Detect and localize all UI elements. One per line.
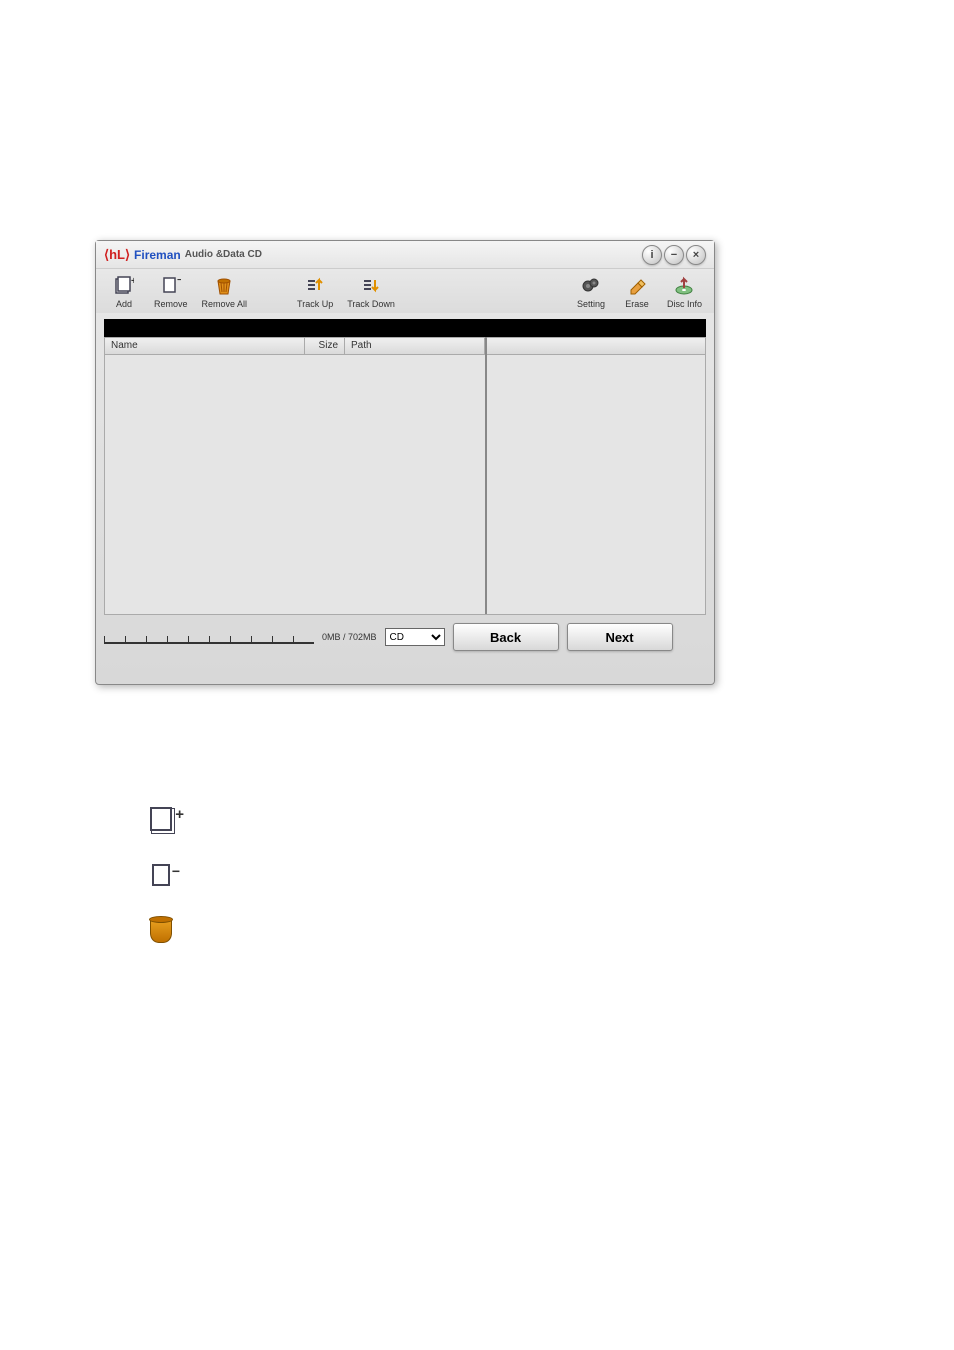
track-up-icon [304,275,326,297]
info-button[interactable]: i [642,245,662,265]
erase-button[interactable]: Erase [621,275,653,309]
gear-icon [580,275,602,297]
disc-info-label: Disc Info [667,299,702,309]
next-button[interactable]: Next [567,623,673,651]
remove-icon-large [145,861,177,889]
track-up-button[interactable]: Track Up [297,275,333,309]
back-button[interactable]: Back [453,623,559,651]
app-window: ⟨hL⟩ Fireman Audio &Data CD i − × + Add … [95,240,715,685]
remove-label: Remove [154,299,188,309]
pane-divider[interactable] [485,337,487,614]
window-controls: i − × [642,245,706,265]
minimize-button[interactable]: − [664,245,684,265]
track-down-label: Track Down [347,299,395,309]
bottom-bar: 0MB / 702MB CD Back Next [96,615,714,659]
remove-icon: − [160,275,182,297]
column-name[interactable]: Name [105,338,305,354]
erase-label: Erase [625,299,649,309]
remove-button[interactable]: − Remove [154,275,188,309]
header-bar [104,319,706,337]
remove-all-icon [213,275,235,297]
column-size[interactable]: Size [305,338,345,354]
icon-legend [145,805,177,945]
setting-button[interactable]: Setting [575,275,607,309]
close-button[interactable]: × [686,245,706,265]
title-brand: Fireman [134,248,181,262]
setting-label: Setting [577,299,605,309]
column-headers: Name Size Path [104,337,706,355]
track-up-label: Track Up [297,299,333,309]
flame-icon: ⟨hL⟩ [104,247,130,263]
app-title: ⟨hL⟩ Fireman Audio &Data CD [104,247,262,263]
track-down-button[interactable]: Track Down [347,275,395,309]
remove-all-button[interactable]: Remove All [202,275,248,309]
file-list[interactable] [104,355,706,615]
svg-text:+: + [131,276,134,287]
capacity-text: 0MB / 702MB [322,632,377,642]
capacity-ruler [104,630,314,644]
media-select[interactable]: CD [385,628,445,646]
add-button[interactable]: + Add [108,275,140,309]
disc-info-icon [673,275,695,297]
add-label: Add [116,299,132,309]
add-icon: + [113,275,135,297]
erase-icon [626,275,648,297]
track-down-icon [360,275,382,297]
disc-info-button[interactable]: Disc Info [667,275,702,309]
titlebar: ⟨hL⟩ Fireman Audio &Data CD i − × [96,241,714,269]
title-subtitle: Audio &Data CD [185,249,262,260]
toolbar: + Add − Remove Remove All [96,269,714,313]
remove-all-label: Remove All [202,299,248,309]
column-path[interactable]: Path [345,338,485,354]
remove-all-icon-large [145,917,177,945]
svg-text:−: − [177,276,181,286]
add-icon-large [145,805,177,833]
